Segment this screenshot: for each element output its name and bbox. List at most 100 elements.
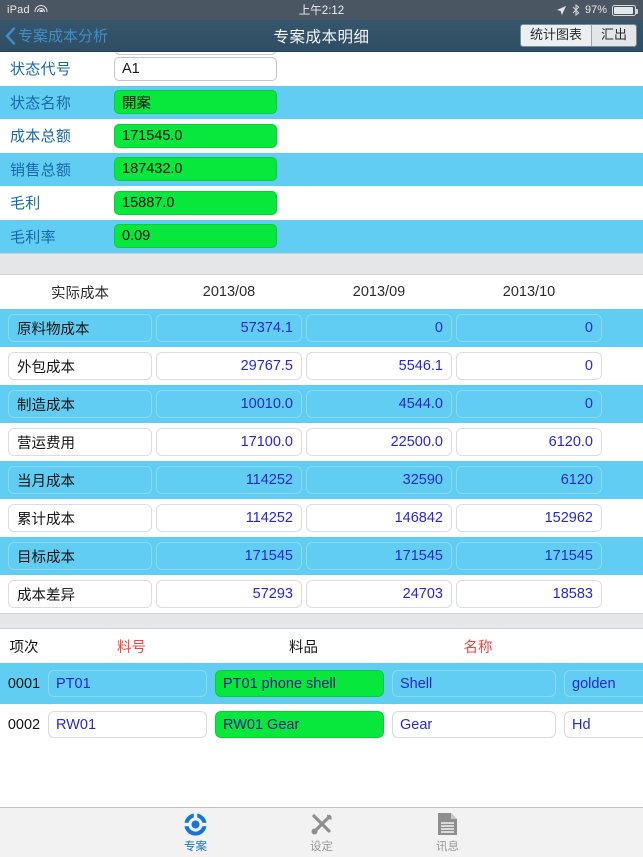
row-value[interactable]: 114252 — [156, 466, 302, 494]
item-name-field[interactable]: Shell — [392, 670, 556, 697]
row-label: 当月成本 — [8, 466, 152, 494]
row-value[interactable]: 152962 — [456, 504, 602, 532]
row-value[interactable]: 0 — [456, 352, 602, 380]
cost-table-col-3: 2013/10 — [502, 284, 556, 300]
row-label: 累计成本 — [8, 504, 152, 532]
row-value[interactable]: 0 — [456, 390, 602, 418]
project-ring-icon — [184, 811, 207, 837]
row-value[interactable]: 0 — [456, 314, 602, 342]
item-col-seq: 项次 — [9, 639, 39, 656]
cost-table-col-0: 实际成本 — [51, 285, 109, 302]
row-value[interactable]: 24703 — [306, 580, 452, 608]
table-row[interactable]: 累计成本 114252 146842 152962 — [0, 499, 643, 537]
item-extra-field[interactable]: Hd — [564, 711, 643, 738]
tab-settings[interactable]: 设定 — [290, 811, 354, 854]
table-row[interactable]: 成本差异 57293 24703 18583 — [0, 575, 643, 613]
form-label: 状态名称 — [10, 94, 72, 112]
row-value[interactable]: 5546.1 — [306, 352, 452, 380]
location-arrow-icon — [556, 5, 567, 15]
row-value[interactable]: 114252 — [156, 504, 302, 532]
row-label: 目标成本 — [8, 542, 152, 570]
tab-label: 讯息 — [436, 841, 459, 853]
cost-table-body: 原料物成本 57374.1 0 0 外包成本 29767.5 5546.1 0 … — [0, 309, 643, 613]
total-cost-field[interactable]: 171545.0 — [114, 123, 277, 148]
status-bar: iPad 上午2:12 97% — [0, 0, 643, 20]
row-value[interactable]: 22500.0 — [306, 428, 452, 456]
header-form: 状态代号 A1 状态名称 開案 成本总额 171545.0 销售总额 18743… — [0, 52, 643, 253]
row-label: 制造成本 — [8, 390, 152, 418]
tab-bar: 专案 设定 讯息 — [0, 807, 643, 857]
row-value[interactable]: 10010.0 — [156, 390, 302, 418]
table-row[interactable]: 目标成本 171545 171545 171545 — [0, 537, 643, 575]
list-item[interactable]: 0002 RW01 RW01 Gear Gear Hd — [0, 704, 643, 745]
back-button[interactable]: 专案成本分析 — [0, 25, 108, 46]
gross-profit-field[interactable]: 15887.0 — [114, 190, 277, 215]
table-row[interactable]: 当月成本 114252 32590 6120 — [0, 461, 643, 499]
item-part-no-field[interactable]: RW01 — [48, 711, 207, 738]
list-item[interactable]: 0001 PT01 PT01 phone shell Shell golden — [0, 663, 643, 704]
row-value[interactable]: 6120.0 — [456, 428, 602, 456]
status-name-field[interactable]: 開案 — [114, 90, 277, 115]
chart-button[interactable]: 统计图表 — [520, 24, 591, 47]
section-divider-band-2 — [0, 613, 643, 629]
item-part-field[interactable]: RW01 Gear — [215, 711, 384, 738]
tab-messages[interactable]: 讯息 — [416, 811, 480, 854]
cost-table-col-1: 2013/08 — [202, 284, 256, 300]
row-value[interactable]: 171545 — [156, 542, 302, 570]
form-row-gross-margin: 毛利率 0.09 — [0, 219, 643, 253]
cost-table-col-2: 2013/09 — [352, 284, 406, 300]
row-value[interactable]: 57293 — [156, 580, 302, 608]
table-row[interactable]: 外包成本 29767.5 5546.1 0 — [0, 347, 643, 385]
item-extra-field[interactable]: golden — [564, 670, 643, 697]
item-list-header: 项次 料号 料品 名称 — [0, 629, 643, 663]
item-part-no-field[interactable]: PT01 — [48, 670, 207, 697]
table-row[interactable]: 原料物成本 57374.1 0 0 — [0, 309, 643, 347]
bluetooth-icon — [572, 4, 580, 16]
tools-gear-icon — [310, 811, 334, 837]
tab-label: 专案 — [184, 841, 207, 853]
form-label: 毛利率 — [10, 228, 56, 246]
device-name: iPad — [7, 4, 30, 16]
table-row[interactable]: 制造成本 10010.0 4544.0 0 — [0, 385, 643, 423]
form-row-gross-profit: 毛利 15887.0 — [0, 186, 643, 220]
row-value[interactable]: 6120 — [456, 466, 602, 494]
chevron-left-icon — [5, 26, 16, 45]
row-label: 原料物成本 — [8, 314, 152, 342]
row-value[interactable]: 0 — [306, 314, 452, 342]
status-bar-left: iPad — [7, 4, 48, 16]
tab-project[interactable]: 专案 — [164, 811, 228, 854]
row-value[interactable]: 171545 — [306, 542, 452, 570]
form-label: 销售总额 — [10, 161, 72, 179]
status-code-field[interactable]: A1 — [114, 56, 277, 81]
back-button-label: 专案成本分析 — [18, 28, 109, 45]
export-button[interactable]: 汇出 — [590, 24, 636, 47]
table-row[interactable]: 营运费用 17100.0 22500.0 6120.0 — [0, 423, 643, 461]
row-value[interactable]: 29767.5 — [156, 352, 302, 380]
row-value[interactable]: 146842 — [306, 504, 452, 532]
item-part-field[interactable]: PT01 phone shell — [215, 670, 384, 697]
form-row-status-code: 状态代号 A1 — [0, 52, 643, 86]
row-value[interactable]: 18583 — [456, 580, 602, 608]
item-name-field[interactable]: Gear — [392, 711, 556, 738]
row-value[interactable]: 171545 — [456, 542, 602, 570]
row-label: 营运费用 — [8, 428, 152, 456]
cost-table-header: 实际成本 2013/08 2013/09 2013/10 — [0, 275, 643, 309]
row-label: 成本差异 — [8, 580, 152, 608]
item-list-body: 0001 PT01 PT01 phone shell Shell golden … — [0, 663, 643, 745]
scroll-content[interactable]: 状态代号 A1 状态名称 開案 成本总额 171545.0 销售总额 18743… — [0, 52, 643, 807]
item-col-part: 料品 — [289, 639, 318, 656]
item-seq: 0002 — [7, 716, 41, 733]
navigation-bar: 专案成本分析 专案成本明细 统计图表 汇出 — [0, 20, 643, 52]
row-value[interactable]: 4544.0 — [306, 390, 452, 418]
form-label: 成本总额 — [10, 128, 72, 146]
form-row-total-sales: 销售总额 187432.0 — [0, 152, 643, 186]
tab-label: 设定 — [310, 841, 333, 853]
total-sales-field[interactable]: 187432.0 — [114, 157, 277, 182]
row-value[interactable]: 17100.0 — [156, 428, 302, 456]
item-seq: 0001 — [7, 675, 41, 692]
row-value[interactable]: 32590 — [306, 466, 452, 494]
gross-margin-field[interactable]: 0.09 — [114, 224, 277, 249]
row-value[interactable]: 57374.1 — [156, 314, 302, 342]
battery-icon — [612, 4, 639, 16]
scrolled-off-field[interactable] — [114, 52, 277, 55]
